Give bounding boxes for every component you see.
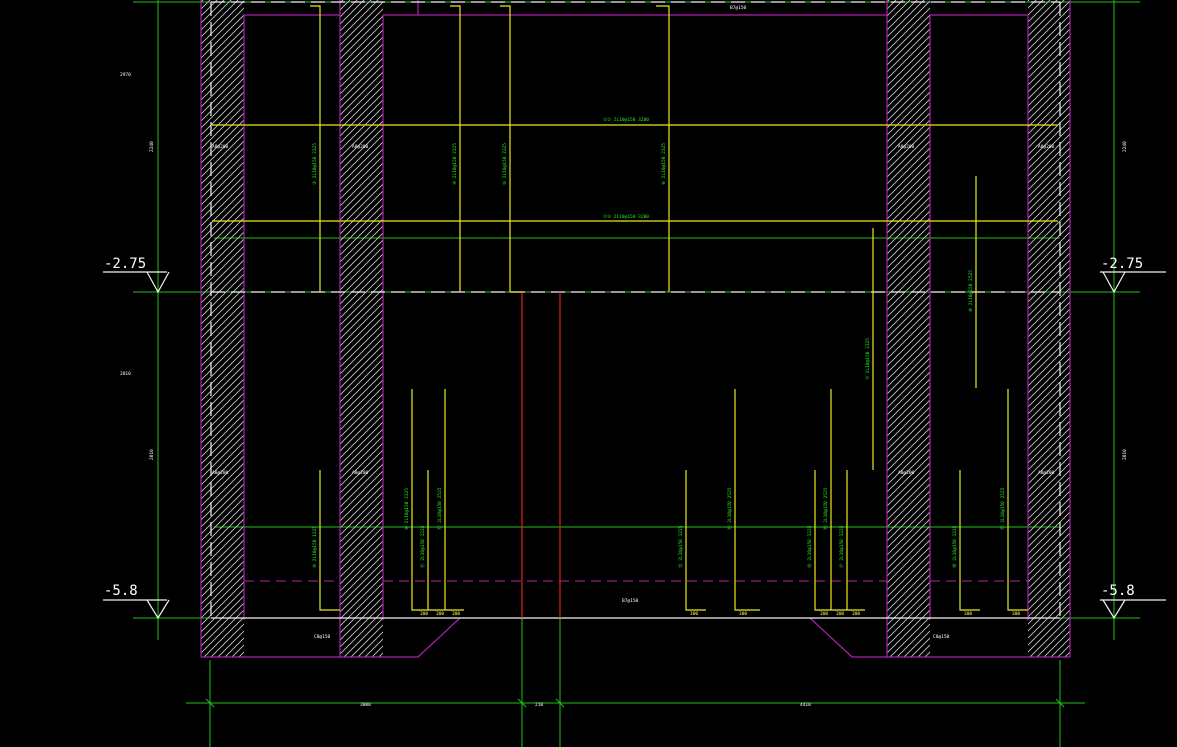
red-lines <box>521 292 561 618</box>
dim-left-top: 2970 <box>120 72 131 78</box>
level-symbols <box>103 271 1166 620</box>
hook-label-7: 300 <box>836 611 844 617</box>
wall-outlines <box>200 0 1071 658</box>
dim-right-upper: 2240 <box>1122 141 1128 152</box>
hook-label-4: 300 <box>690 611 698 617</box>
cad-drawing: -2.75 -2.75 -5.8 -5.8 2970 2010 2240 201… <box>103 0 1166 747</box>
rebar-label-v3: ⑤ 2L10@150 2325 <box>502 143 508 185</box>
dim-left-bot: 2010 <box>120 371 131 377</box>
rebar-label-v4: ⑥ 2L10@150 2325 <box>661 143 667 185</box>
rebar-label-b1: ⑨ 2L10@150 1225 <box>312 526 318 568</box>
level-label-upper-left: -2.75 <box>104 256 146 272</box>
axis-lines <box>133 0 1140 747</box>
rebar-label-v1: ③ 2L10@150 2325 <box>312 143 318 185</box>
note-top: B7@150 <box>730 5 747 11</box>
rebar-label-v2: ④ 2L10@150 2325 <box>452 143 458 185</box>
note-bottom-left: C8@150 <box>314 634 331 640</box>
wall-tag-c: A8@200 <box>898 144 915 150</box>
hook-label-1: 300 <box>420 611 428 617</box>
level-label-lower-left: -5.8 <box>104 583 138 599</box>
dim-bottom-right: 4410 <box>800 702 811 708</box>
rebar-label-h-mid: ①③ 2L10@150 3200 <box>603 214 649 220</box>
rebar-label-v5: ⑦ 2L10@150 2325 <box>865 338 871 380</box>
rebar-label-b3: ⑪ 2L10@150 1225 <box>419 525 426 568</box>
hook-label-9: 300 <box>964 611 972 617</box>
level-label-lower-right: -5.8 <box>1101 583 1135 599</box>
rebar-label-b4: ⑫ 2L10@150 2525 <box>436 487 443 530</box>
wall-tag-e: A8@200 <box>212 470 229 476</box>
wall-left-outer <box>201 0 244 657</box>
dim-bottom-left: 3000 <box>360 702 371 708</box>
wall-tag-f: A8@200 <box>352 470 369 476</box>
hatched-columns <box>201 0 1070 657</box>
wall-tag-b: A8@200 <box>352 144 369 150</box>
rebar-label-v6: ⑧ 2L10@150 2525 <box>968 270 974 312</box>
rebar-label-b9: ⑰ 2L10@150 1225 <box>838 525 845 568</box>
rebars <box>212 5 1058 611</box>
level-label-upper-right: -2.75 <box>1101 256 1143 272</box>
wall-tag-d: A8@200 <box>1038 144 1055 150</box>
hook-label-2: 300 <box>436 611 444 617</box>
hook-label-3: 300 <box>452 611 460 617</box>
rebar-label-b7: ⑮ 2L10@150 1225 <box>806 525 813 568</box>
note-mid: B7@150 <box>622 598 639 604</box>
wall-tag-h: A8@200 <box>1038 470 1055 476</box>
dim-left-lower: 2010 <box>149 449 155 460</box>
rebar-label-b8: ⑯ 2L10@150 2525 <box>822 487 829 530</box>
hook-label-5: 300 <box>739 611 747 617</box>
note-bottom-right: C8@150 <box>933 634 950 640</box>
wall-right-outer <box>1028 0 1070 657</box>
hook-label-6: 300 <box>820 611 828 617</box>
hook-label-10: 300 <box>1012 611 1020 617</box>
wall-left-inner <box>340 0 383 657</box>
wall-right-inner <box>887 0 930 657</box>
hook-label-8: 300 <box>852 611 860 617</box>
dim-right-lower: 2010 <box>1122 449 1128 460</box>
rebar-label-b6: ⑭ 2L10@150 2525 <box>726 487 733 530</box>
wall-tag-g: A8@200 <box>898 470 915 476</box>
dim-left-mid: 2240 <box>149 141 155 152</box>
wall-tag-a: A8@200 <box>212 144 229 150</box>
rebar-label-h-top: ①② 2L10@150 3200 <box>603 117 649 123</box>
rebar-label-b2: ⑩ 2L10@150 2325 <box>404 488 410 530</box>
rebar-label-b10: ⑱ 2L10@150 1225 <box>951 525 958 568</box>
concrete-outline <box>210 1 1061 619</box>
dim-bottom-mid: 210 <box>535 702 543 708</box>
rebar-label-b5: ⑬ 2L10@150 1225 <box>677 525 684 568</box>
rebar-label-b11: ⑲ 2L10@150 2525 <box>999 487 1006 530</box>
